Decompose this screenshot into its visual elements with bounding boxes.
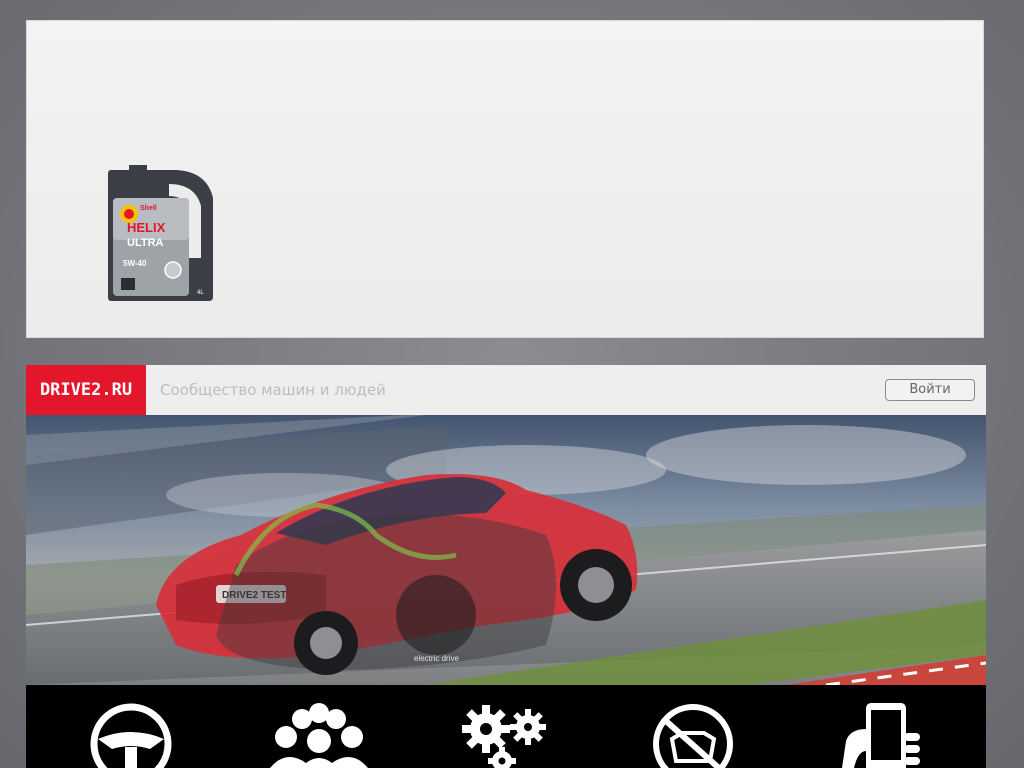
site-tagline: Сообщество машин и людей	[160, 381, 386, 399]
product-grade-text: 5W-40	[123, 259, 147, 268]
no-ads-icon[interactable]	[652, 703, 734, 768]
oil-canister-image[interactable]: Shell HELIX ULTRA 5W-40 4L	[107, 162, 215, 302]
site-card: DRIVE2.RU Сообщество машин и людей Войти	[26, 365, 986, 768]
steering-wheel-icon[interactable]	[90, 703, 172, 768]
car-badge-text: electric drive	[414, 654, 459, 663]
product-line2-text: ULTRA	[127, 237, 164, 249]
community-people-icon[interactable]	[266, 703, 372, 768]
ad-banner[interactable]: Shell HELIX ULTRA 5W-40 4L	[26, 20, 984, 338]
product-volume-text: 4L	[197, 290, 204, 296]
product-line1-text: HELIX	[127, 220, 166, 235]
top-bar: DRIVE2.RU Сообщество машин и людей Войти	[26, 365, 986, 415]
site-logo[interactable]: DRIVE2.RU	[26, 365, 146, 415]
features-strip	[26, 685, 986, 768]
mobile-phone-icon[interactable]	[842, 703, 922, 768]
gears-icon[interactable]	[462, 703, 552, 768]
login-button[interactable]: Войти	[885, 379, 975, 401]
hero-image: DRIVE2 TEST electric drive	[26, 415, 986, 685]
product-brand-text: Shell	[140, 205, 157, 212]
